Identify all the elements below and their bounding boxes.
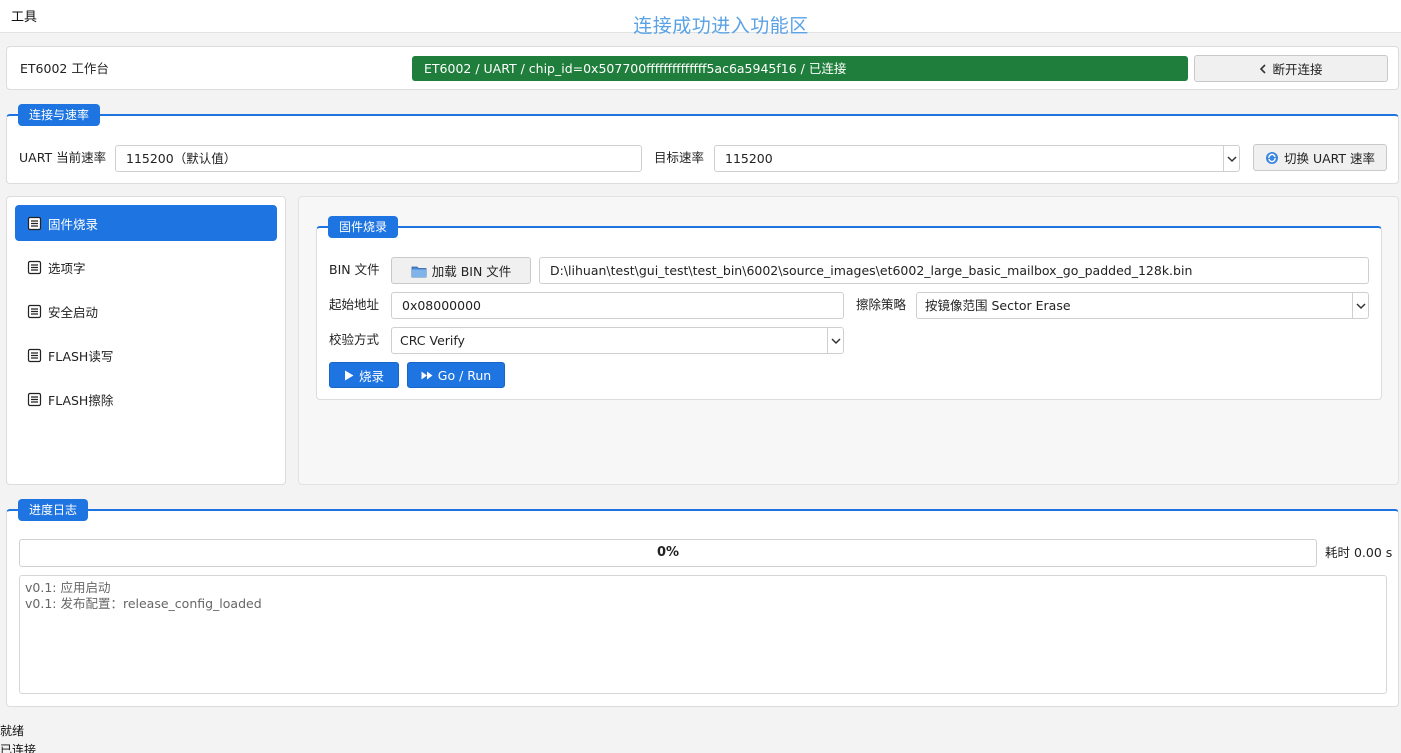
connection-banner: 连接成功进入功能区 — [633, 15, 809, 37]
workbench-title: ET6002 工作台 — [20, 61, 109, 76]
folder-icon — [411, 266, 427, 277]
firmware-group: BIN 文件 加载 BIN 文件 D:\lihuan\test\gui_test… — [316, 226, 1382, 400]
go-run-label: Go / Run — [437, 367, 492, 383]
start-address-field[interactable]: 0x08000000 — [391, 292, 844, 319]
sidebar: 固件烧录 选项字 安全启动 FLASH读写 FLASH擦除 — [6, 196, 286, 485]
sidebar-item-label: FLASH擦除 — [48, 392, 114, 408]
chevron-down-icon — [827, 328, 843, 353]
sidebar-item-label: 固件烧录 — [48, 216, 99, 232]
play-icon — [344, 370, 354, 380]
header-panel: ET6002 工作台 ET6002 / UART / chip_id=0x507… — [6, 46, 1399, 90]
go-run-button[interactable]: Go / Run — [407, 362, 505, 388]
chevron-down-icon — [1352, 293, 1368, 318]
log-area[interactable]: v0.1: 应用启动 v0.1: 发布配置：release_config_loa… — [19, 575, 1387, 694]
fast-forward-icon — [421, 371, 433, 379]
progress-group-title: 进度日志 — [18, 499, 89, 521]
burn-button[interactable]: 烧录 — [329, 362, 399, 388]
firmware-group-title: 固件烧录 — [328, 216, 399, 238]
status-connected: 已连接 — [0, 743, 37, 753]
sidebar-item-label: FLASH读写 — [48, 348, 114, 364]
connection-status: ET6002 / UART / chip_id=0x507700ffffffff… — [412, 56, 1188, 81]
document-icon — [27, 304, 42, 318]
bin-path-field[interactable]: D:\lihuan\test\gui_test\test_bin\6002\so… — [539, 257, 1369, 284]
sidebar-item-flash-erase[interactable]: FLASH擦除 — [15, 381, 277, 417]
speed-group-title: 连接与速率 — [18, 104, 101, 126]
log-line: v0.1: 发布配置：release_config_loaded — [25, 595, 262, 611]
current-speed-label: UART 当前速率 — [19, 150, 107, 165]
target-speed-label: 目标速率 — [654, 150, 705, 165]
burn-label: 烧录 — [358, 368, 384, 384]
document-icon — [27, 216, 42, 230]
disconnect-label: 断开连接 — [1272, 62, 1323, 77]
chevron-left-icon — [1260, 63, 1267, 74]
elapsed-time: 耗时 0.00 s — [1325, 545, 1393, 560]
load-bin-button[interactable]: 加载 BIN 文件 — [391, 257, 531, 284]
erase-strategy-value: 按镜像范围 Sector Erase — [925, 298, 1071, 313]
target-speed-select[interactable]: 115200 — [714, 145, 1240, 172]
status-ready: 就绪 — [0, 724, 25, 738]
chevron-down-icon — [1223, 146, 1239, 171]
refresh-icon — [1265, 151, 1278, 164]
sidebar-item-option-bytes[interactable]: 选项字 — [15, 249, 277, 285]
erase-strategy-label: 擦除策略 — [856, 297, 907, 312]
log-line: v0.1: 应用启动 — [25, 580, 111, 595]
erase-strategy-select[interactable]: 按镜像范围 Sector Erase — [916, 292, 1369, 319]
speed-group: UART 当前速率 115200（默认值） 目标速率 115200 切换 UAR… — [6, 114, 1399, 184]
document-icon — [27, 392, 42, 406]
sidebar-item-firmware[interactable]: 固件烧录 — [15, 205, 277, 241]
sidebar-item-label: 安全启动 — [48, 304, 99, 320]
document-icon — [27, 260, 42, 274]
verify-method-value: CRC Verify — [400, 333, 465, 348]
load-bin-label: 加载 BIN 文件 — [431, 264, 512, 279]
verify-method-select[interactable]: CRC Verify — [391, 327, 844, 354]
target-speed-value: 115200 — [725, 151, 773, 166]
document-icon — [27, 348, 42, 362]
sidebar-item-secure-boot[interactable]: 安全启动 — [15, 293, 277, 329]
bin-file-label: BIN 文件 — [329, 262, 380, 277]
switch-uart-speed-label: 切换 UART 速率 — [1283, 151, 1376, 166]
current-speed-field[interactable]: 115200（默认值） — [115, 145, 642, 172]
sidebar-item-flash-rw[interactable]: FLASH读写 — [15, 337, 277, 373]
progress-bar: 0% — [19, 539, 1317, 567]
start-address-label: 起始地址 — [329, 297, 380, 312]
verify-method-label: 校验方式 — [329, 332, 380, 347]
switch-uart-speed-button[interactable]: 切换 UART 速率 — [1253, 144, 1387, 171]
sidebar-item-label: 选项字 — [48, 260, 86, 276]
disconnect-button[interactable]: 断开连接 — [1194, 55, 1388, 82]
